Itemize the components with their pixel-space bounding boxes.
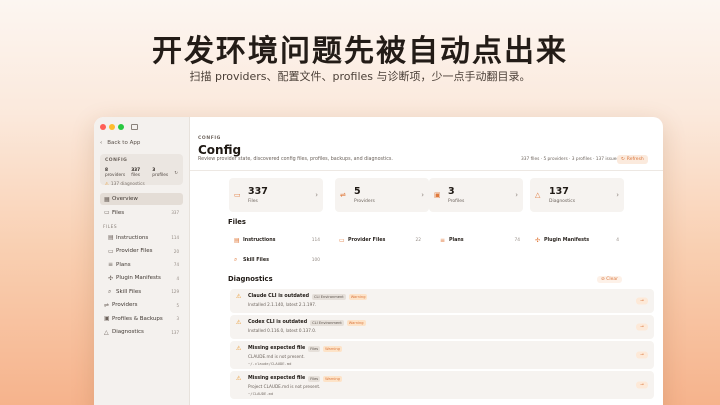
diagnostic-item[interactable]: ⚠ Claude CLI is outdated CLI Environment… <box>230 289 654 313</box>
stat-value: 3 <box>448 186 455 197</box>
page-description: Review provider state, discovered config… <box>198 157 393 162</box>
open-diagnostic-button[interactable]: → <box>636 297 648 305</box>
stat-value: 337 <box>248 186 268 197</box>
file-tile-plugin-manifests[interactable]: ✣ Plugin Manifests 4 <box>530 233 624 247</box>
promo-headline: 开发环境问题先被自动点出来 <box>152 34 568 69</box>
diagnostic-detail: Installed 2.1.140, latest 2.1.197. <box>248 302 317 307</box>
main-content: CONFIG Config Review provider state, dis… <box>94 117 663 405</box>
file-tile-instructions[interactable]: ▤ Instructions 114 <box>229 233 325 247</box>
diagnostic-item[interactable]: ⚠ Codex CLI is outdated CLI Environment … <box>230 315 654 339</box>
document-icon: ▤ <box>234 236 240 244</box>
warning-icon: ⚠ <box>236 319 242 326</box>
page-summary: 337 files · 5 providers · 3 profiles · 1… <box>521 157 619 162</box>
folder-icon: ▭ <box>339 236 345 244</box>
refresh-label: Refresh <box>626 157 644 162</box>
stat-card-diagnostics[interactable]: △ 137 Diagnostics › <box>530 178 624 212</box>
severity-badge: Warning <box>323 375 342 382</box>
open-diagnostic-button[interactable]: → <box>636 351 648 359</box>
severity-badge: Warning <box>323 345 342 352</box>
folder-icon: ▭ <box>234 191 241 199</box>
diagnostic-detail: CLAUDE.md is not present. <box>248 354 305 359</box>
diagnostic-path: ~/CLAUDE.md <box>248 391 274 396</box>
chevron-right-icon: › <box>421 191 424 199</box>
file-tile-label: Provider Files <box>348 237 386 243</box>
plugin-icon: ✣ <box>535 236 541 244</box>
diagnostic-title: Missing expected file <box>248 346 306 351</box>
file-tile-plans[interactable]: ≡ Plans 74 <box>435 233 525 247</box>
stat-label: Providers <box>354 199 375 204</box>
chevron-right-icon: › <box>616 191 619 199</box>
stat-label: Diagnostics <box>549 199 576 204</box>
diagnostic-path: ~/.claude/CLAUDE.md <box>248 361 292 366</box>
refresh-icon: ↻ <box>621 157 625 162</box>
file-tile-label: Instructions <box>243 237 276 243</box>
file-tile-count: 100 <box>311 257 320 263</box>
file-tile-label: Plans <box>449 237 464 243</box>
open-diagnostic-button[interactable]: → <box>636 323 648 331</box>
diagnostics-section-title: Diagnostics <box>228 275 273 283</box>
category-tag: Files <box>308 375 321 382</box>
file-tile-label: Skill Files <box>243 257 269 263</box>
clear-label: Clear <box>606 277 618 282</box>
warning-icon: ⚠ <box>236 293 242 300</box>
file-tile-skill-files[interactable]: ⌕ Skill Files 100 <box>229 253 325 267</box>
sliders-icon: ⇌ <box>340 191 346 199</box>
promo-subline: 扫描 providers、配置文件、profiles 与诊断项，少一点手动翻目录… <box>189 70 531 83</box>
stat-label: Files <box>248 199 258 204</box>
clear-icon: ⊘ <box>601 277 605 282</box>
stat-value: 5 <box>354 186 361 197</box>
severity-badge: Warning <box>346 319 366 326</box>
category-tag: CLI Environment <box>312 293 346 300</box>
clear-diagnostics-button[interactable]: ⊘ Clear <box>597 276 622 283</box>
stat-card-providers[interactable]: ⇌ 5 Providers › <box>335 178 429 212</box>
search-icon: ⌕ <box>234 256 238 263</box>
diagnostic-item[interactable]: ⚠ Missing expected file Files Warning Pr… <box>230 371 654 399</box>
warning-icon: ⚠ <box>236 345 242 352</box>
chevron-right-icon: › <box>515 191 518 199</box>
warning-icon: △ <box>535 191 541 199</box>
stat-value: 137 <box>549 186 569 197</box>
file-tile-count: 74 <box>514 237 520 243</box>
severity-badge: Warning <box>348 293 368 300</box>
file-tile-label: Plugin Manifests <box>544 237 590 243</box>
stat-label: Profiles <box>448 199 465 204</box>
file-tile-count: 114 <box>311 237 320 243</box>
diagnostic-item[interactable]: ⚠ Missing expected file Files Warning CL… <box>230 341 654 369</box>
diagnostic-detail: Installed 0.116.0, latest 0.137.0. <box>248 328 317 333</box>
list-icon: ≡ <box>440 236 446 244</box>
file-tile-provider-files[interactable]: ▭ Provider Files 22 <box>334 233 426 247</box>
files-section-title: Files <box>228 218 246 226</box>
archive-icon: ▣ <box>434 191 441 199</box>
warning-icon: ⚠ <box>236 375 242 382</box>
category-tag: Files <box>308 345 321 352</box>
divider <box>190 170 663 171</box>
page-title: Config <box>198 143 242 157</box>
page-eyebrow: CONFIG <box>198 136 221 141</box>
diagnostic-detail: Project CLAUDE.md is not present. <box>248 384 321 389</box>
file-tile-count: 22 <box>415 237 421 243</box>
open-diagnostic-button[interactable]: → <box>636 381 648 389</box>
stat-card-files[interactable]: ▭ 337 Files › <box>229 178 323 212</box>
stat-card-profiles[interactable]: ▣ 3 Profiles › <box>429 178 523 212</box>
category-tag: CLI Environment <box>310 319 344 326</box>
diagnostic-title: Claude CLI is outdated <box>248 294 310 299</box>
refresh-button[interactable]: ↻ Refresh <box>617 155 648 164</box>
diagnostic-title: Missing expected file <box>248 376 306 381</box>
diagnostic-title: Codex CLI is outdated <box>248 320 308 325</box>
file-tile-count: 4 <box>616 237 619 243</box>
chevron-right-icon: › <box>315 191 318 199</box>
